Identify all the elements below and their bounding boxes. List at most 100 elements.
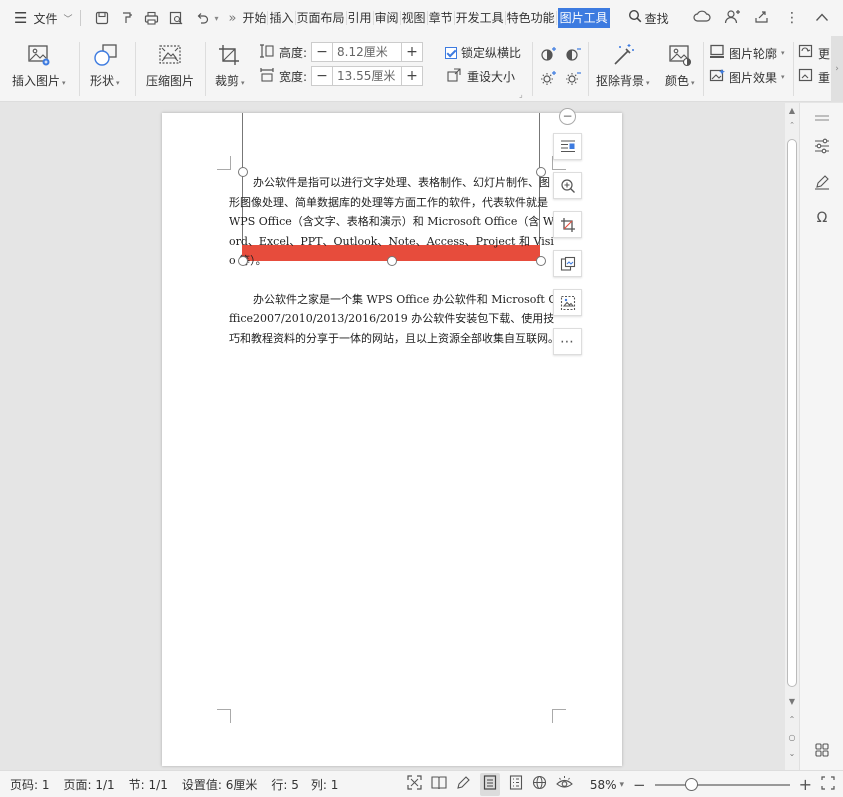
scroll-down-icon[interactable]: ▼	[785, 697, 799, 706]
file-menu[interactable]: ☰ 文件 ﹀	[0, 0, 72, 36]
next-page-icon[interactable]: ⌄	[785, 749, 799, 758]
tab-references[interactable]: 引用	[348, 8, 372, 28]
width-stepper[interactable]: − 13.55厘米 +	[311, 66, 424, 86]
insert-picture-button[interactable]: 插入图片 ▾	[12, 42, 66, 89]
zoom-level[interactable]: 58%	[590, 778, 617, 792]
vertical-scrollbar[interactable]: ▲ ⌃ ▼ ⌃ ○ ⌄	[785, 103, 799, 770]
picture-outline-button[interactable]: 图片轮廓 ▾	[709, 44, 785, 62]
decrease-brightness-icon[interactable]	[564, 68, 584, 88]
reset-picture-button[interactable]: 重	[798, 68, 830, 86]
layout-options-button[interactable]	[553, 133, 582, 160]
chevron-down-icon: ▾	[116, 79, 120, 87]
previous-page-icon[interactable]: ⌃	[785, 715, 799, 724]
tab-page-layout[interactable]: 页面布局	[297, 8, 345, 28]
status-column[interactable]: 列: 1	[311, 776, 339, 793]
height-input[interactable]: 8.12厘米	[332, 43, 403, 61]
status-row[interactable]: 行: 5	[271, 776, 299, 793]
lock-aspect-ratio-checkbox[interactable]: 锁定纵横比	[445, 44, 521, 61]
fullscreen-icon[interactable]	[407, 775, 422, 794]
zoom-dropdown-icon[interactable]: ▾	[619, 780, 624, 790]
write-mode-icon[interactable]	[456, 775, 471, 794]
width-increase-button[interactable]: +	[402, 67, 422, 85]
picture-edit-button[interactable]	[553, 289, 582, 316]
more-vertical-icon[interactable]: ⋮	[781, 10, 803, 26]
tab-view[interactable]: 视图	[402, 8, 426, 28]
magic-wand-icon	[609, 42, 637, 68]
more-options-button[interactable]: ⋯	[553, 328, 582, 355]
scroll-up-icon[interactable]: ▲	[785, 106, 799, 115]
share-icon[interactable]	[751, 9, 773, 28]
reading-mode-icon[interactable]	[431, 775, 447, 794]
print-preview-icon[interactable]	[164, 6, 189, 30]
remove-background-button[interactable]: 抠除背景 ▾	[596, 42, 650, 89]
properties-sliders-icon[interactable]	[811, 135, 833, 157]
web-view-icon[interactable]	[532, 775, 547, 794]
symbol-omega-icon[interactable]: Ω	[811, 207, 833, 229]
resize-handle[interactable]	[238, 256, 248, 266]
print-icon[interactable]	[139, 6, 164, 30]
margin-corner-mark	[217, 709, 231, 723]
outline-view-icon[interactable]	[509, 775, 523, 794]
resize-handle[interactable]	[387, 256, 397, 266]
zoom-out-icon[interactable]: −	[633, 776, 646, 794]
compress-picture-button[interactable]: 压缩图片	[146, 42, 194, 89]
scroll-page-up-icon[interactable]: ⌃	[785, 121, 799, 129]
tab-section[interactable]: 章节	[429, 8, 453, 28]
ribbon-scroll-right-icon[interactable]: ›	[831, 36, 843, 102]
page-view-icon[interactable]	[479, 773, 500, 796]
save-icon[interactable]	[89, 6, 114, 30]
zoom-preview-button[interactable]	[553, 172, 582, 199]
zoom-slider[interactable]	[654, 777, 790, 791]
format-painter-icon[interactable]	[114, 6, 139, 30]
resize-handle[interactable]	[238, 167, 248, 177]
width-decrease-button[interactable]: −	[312, 67, 332, 85]
zoom-slider-thumb[interactable]	[685, 777, 699, 791]
tab-insert[interactable]: 插入	[269, 8, 293, 28]
zoom-in-icon[interactable]: +	[799, 775, 812, 794]
panel-collapse-icon[interactable]	[811, 107, 833, 129]
crop-button[interactable]: 裁剪 ▾	[215, 42, 245, 89]
tab-developer[interactable]: 开发工具	[456, 8, 504, 28]
color-button[interactable]: 颜色 ▾	[665, 42, 695, 89]
tab-review[interactable]: 审阅	[375, 8, 399, 28]
tab-home[interactable]: 开始	[242, 8, 266, 28]
pen-edit-icon[interactable]	[811, 171, 833, 193]
status-setting[interactable]: 设置值: 6厘米	[182, 776, 258, 793]
undo-icon[interactable]	[189, 6, 214, 30]
height-stepper[interactable]: − 8.12厘米 +	[311, 42, 424, 62]
increase-contrast-icon[interactable]	[539, 44, 559, 64]
resize-handle[interactable]	[536, 167, 546, 177]
decrease-contrast-icon[interactable]	[564, 44, 584, 64]
increase-brightness-icon[interactable]	[539, 68, 559, 88]
crop-float-button[interactable]	[553, 211, 582, 238]
select-browse-object-icon[interactable]: ○	[785, 733, 799, 742]
add-user-icon[interactable]	[721, 9, 743, 28]
tab-picture-tools[interactable]: 图片工具	[557, 8, 610, 28]
height-decrease-button[interactable]: −	[312, 43, 332, 61]
shape-button[interactable]: 形状 ▾	[90, 42, 120, 89]
status-pages[interactable]: 页面: 1/1	[64, 776, 115, 793]
change-picture-button[interactable]: 更	[798, 44, 830, 62]
reset-size-button[interactable]: 重设大小	[447, 68, 515, 85]
search-button[interactable]: 查找	[628, 9, 669, 27]
picture-effect-button[interactable]: 图片效果 ▾	[709, 68, 785, 86]
width-input[interactable]: 13.55厘米	[332, 67, 403, 85]
resize-handle[interactable]	[536, 256, 546, 266]
tab-special-features[interactable]: 特色功能	[507, 8, 555, 28]
double-chevron-right-icon[interactable]: »	[229, 11, 237, 26]
scrollbar-thumb[interactable]	[787, 139, 797, 687]
collapse-ribbon-icon[interactable]	[811, 10, 833, 26]
dialog-launcher-icon[interactable]: ⌟	[519, 90, 523, 99]
paragraph-2[interactable]: 办公软件之家是一个集 WPS Office 办公软件和 Microsoft Of…	[229, 290, 559, 349]
status-page-code[interactable]: 页码: 1	[10, 776, 50, 793]
collapse-float-toolbar-button[interactable]: −	[559, 108, 576, 125]
fit-window-icon[interactable]	[821, 775, 835, 794]
status-section[interactable]: 节: 1/1	[129, 776, 168, 793]
height-increase-button[interactable]: +	[402, 43, 422, 61]
picture-to-text-button[interactable]	[553, 250, 582, 277]
undo-dropdown-icon[interactable]: ▾	[214, 14, 218, 23]
apps-grid-icon[interactable]	[811, 739, 833, 761]
shape-label: 形状	[90, 74, 115, 88]
cloud-sync-icon[interactable]	[691, 9, 713, 27]
eye-protection-icon[interactable]	[555, 775, 573, 794]
